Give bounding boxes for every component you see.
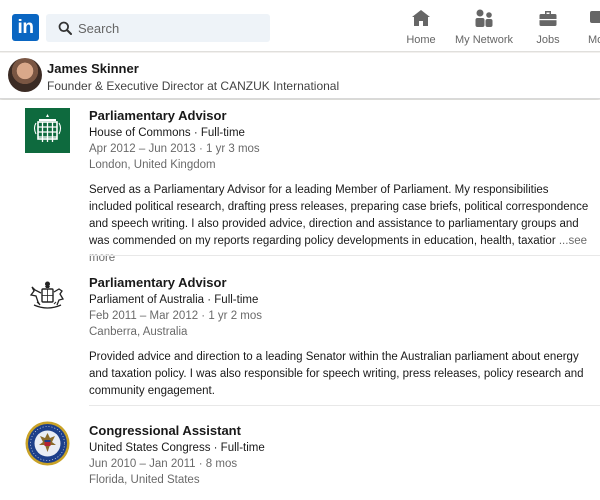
experience-details: Parliamentary Advisor House of Commons ·… (89, 108, 589, 267)
nav-jobs-label: Jobs (536, 34, 560, 46)
job-dates: Feb 2011 – Mar 2012 · 1 yr 2 mos (89, 310, 263, 322)
profile-headline: Founder & Executive Director at CANZUK I… (47, 79, 340, 93)
nav-more[interactable]: Mo (588, 8, 600, 48)
job-organization: House of Commons · Full-time (89, 127, 245, 139)
job-organization: United States Congress · Full-time (89, 442, 265, 454)
job-description-text: Served as a Parliamentary Advisor for a … (89, 184, 589, 247)
job-dates: Apr 2012 – Jun 2013 · 1 yr 3 mos (89, 143, 260, 155)
job-location: London, United Kingdom (89, 159, 216, 171)
profile-name[interactable]: James Skinner (47, 61, 139, 76)
experience-details: Congressional Assistant United States Co… (89, 423, 589, 488)
nav-home[interactable]: Home (404, 8, 438, 48)
divider (89, 255, 600, 256)
congress-seal-icon (25, 421, 70, 466)
job-title[interactable]: Parliamentary Advisor (89, 108, 589, 124)
divider (89, 405, 600, 406)
nav-my-network[interactable]: My Network (454, 8, 514, 48)
nav-more-label: Mo (588, 34, 600, 46)
profile-header: James Skinner Founder & Executive Direct… (0, 53, 600, 99)
avatar[interactable] (8, 58, 42, 92)
job-location: Canberra, Australia (89, 326, 188, 338)
coat-of-arms-icon (29, 281, 65, 309)
network-icon (475, 9, 493, 27)
nav-jobs[interactable]: Jobs (533, 8, 563, 48)
search-icon (58, 21, 72, 35)
job-dates: Jun 2010 – Jan 2011 · 8 mos (89, 458, 238, 470)
top-nav: in Home My Network Jobs (0, 0, 600, 52)
nav-home-label: Home (406, 34, 436, 46)
job-title[interactable]: Parliamentary Advisor (89, 275, 589, 291)
job-description: Provided advice and direction to a leadi… (89, 351, 584, 397)
job-organization: Parliament of Australia · Full-time (89, 294, 259, 306)
linkedin-logo[interactable]: in (12, 14, 39, 41)
job-title[interactable]: Congressional Assistant (89, 423, 589, 439)
experience-details: Parliamentary Advisor Parliament of Aust… (89, 275, 589, 400)
briefcase-icon (539, 11, 557, 26)
messaging-icon (590, 11, 600, 23)
nav-my-network-label: My Network (454, 34, 514, 46)
search-box[interactable] (46, 14, 270, 42)
search-input[interactable] (78, 14, 263, 42)
home-icon (412, 10, 430, 26)
experience-section: Parliamentary Advisor House of Commons ·… (0, 100, 600, 500)
job-location: Florida, United States (89, 474, 200, 486)
portcullis-icon (25, 108, 70, 153)
